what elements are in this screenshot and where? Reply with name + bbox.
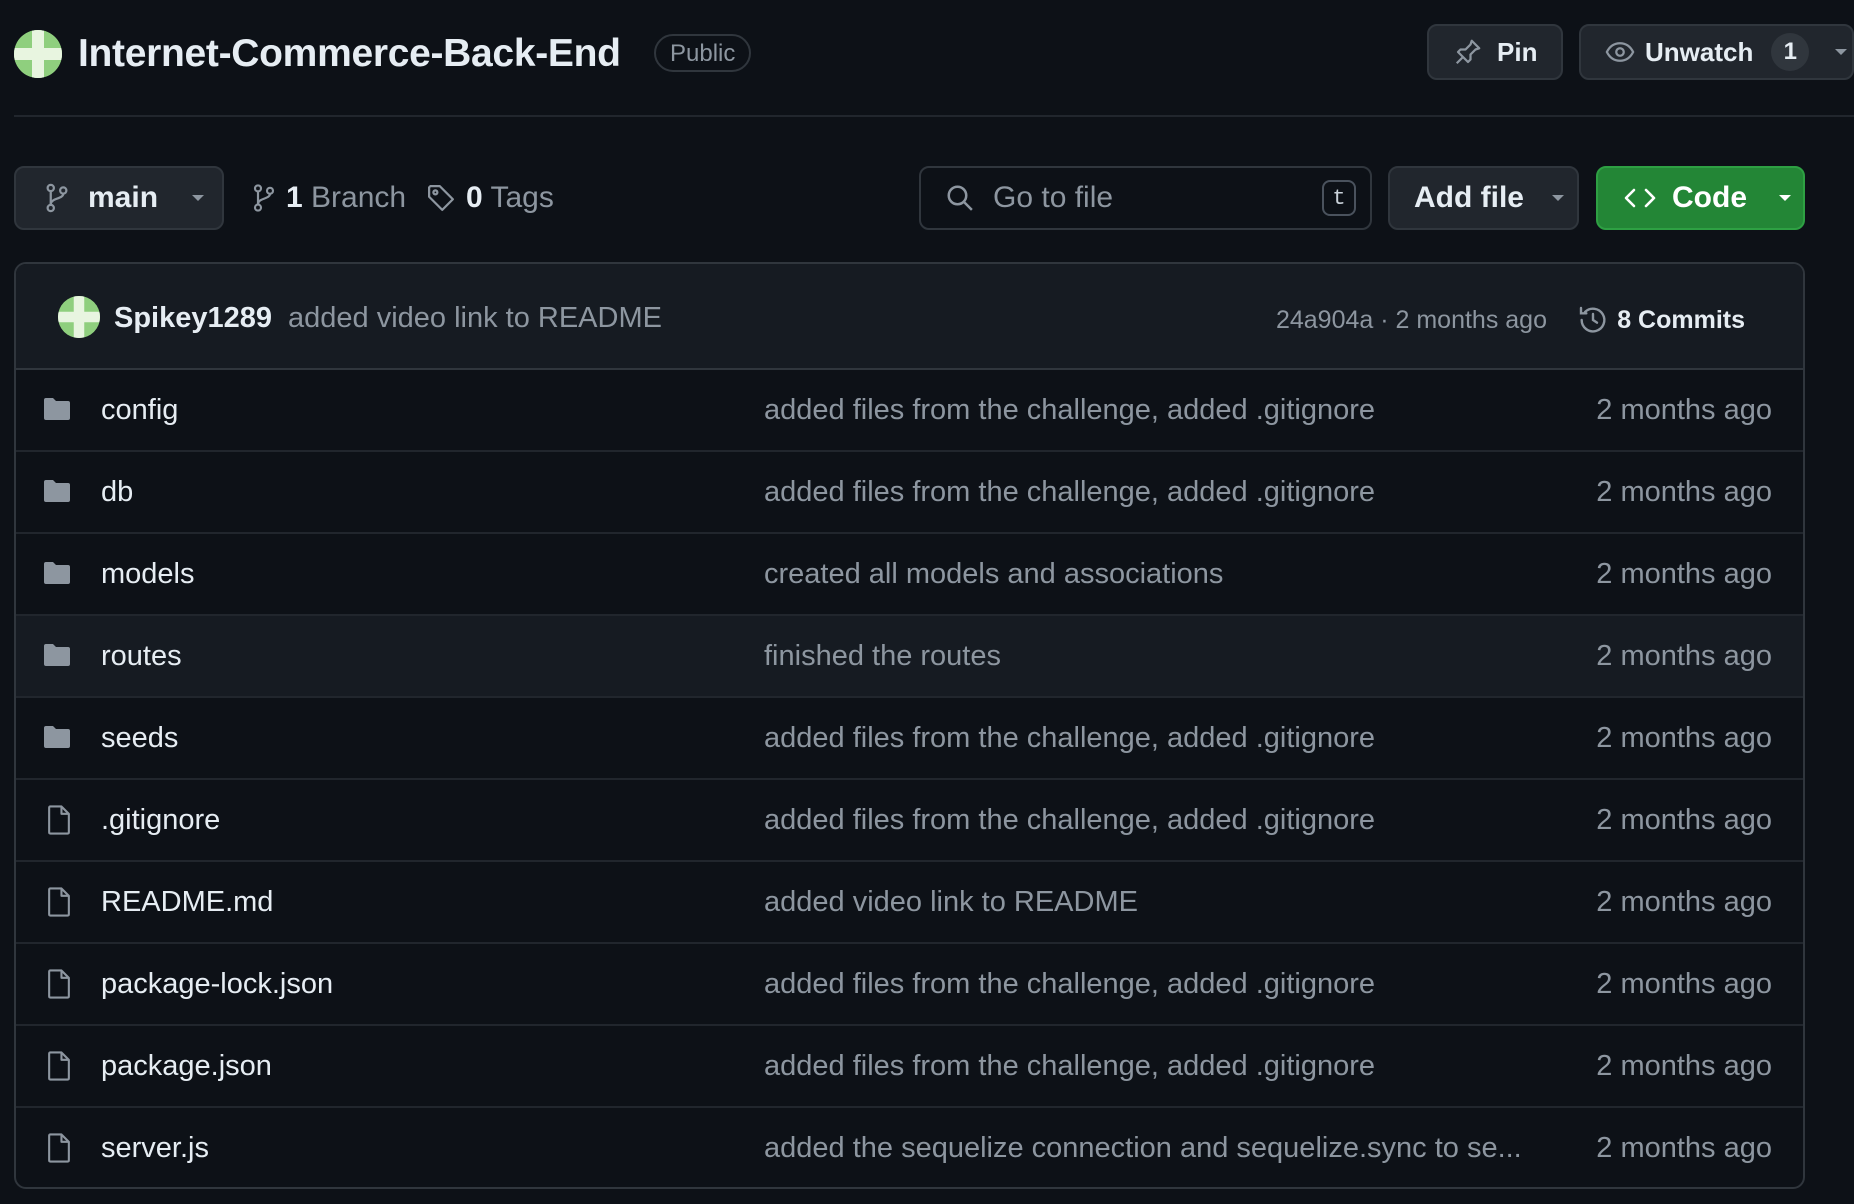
chevron-down-icon — [190, 193, 206, 203]
table-row[interactable]: README.md added video link to README 2 mon… — [16, 862, 1803, 944]
commit-hash-time[interactable]: 24a904a · 2 months ago — [1276, 300, 1547, 340]
commit-date: 2 months ago — [1596, 886, 1772, 918]
commit-date: 2 months ago — [1596, 804, 1772, 836]
table-row[interactable]: .gitignore added files from the challenge… — [16, 780, 1803, 862]
commit-date: 2 months ago — [1596, 968, 1772, 1000]
table-row[interactable]: package.json added files from the challen… — [16, 1026, 1803, 1108]
folder-icon — [42, 560, 72, 586]
search-icon — [945, 183, 975, 213]
file-name-link[interactable]: .gitignore — [101, 800, 220, 840]
commits-history-link[interactable]: 8 Commits — [1577, 300, 1745, 340]
table-row[interactable]: server.js added the sequelize connection … — [16, 1108, 1803, 1187]
git-branch-icon — [252, 183, 276, 213]
commit-message-link[interactable]: added the sequelize connection and seque… — [764, 1128, 1522, 1168]
commit-message[interactable]: added video link to README — [288, 298, 662, 338]
repo-owner-avatar[interactable] — [14, 30, 62, 78]
table-row[interactable]: db added files from the challenge, added … — [16, 452, 1803, 534]
folder-icon — [42, 396, 72, 422]
commit-date: 2 months ago — [1596, 1050, 1772, 1082]
keyboard-shortcut-hint: t — [1322, 180, 1356, 216]
commit-message-link[interactable]: added files from the challenge, added .g… — [764, 964, 1375, 1004]
file-name-link[interactable]: package.json — [101, 1046, 272, 1086]
file-name-link[interactable]: README.md — [101, 882, 273, 922]
tag-icon — [426, 183, 456, 213]
chevron-down-icon — [1550, 193, 1566, 203]
search-placeholder: Go to file — [993, 181, 1114, 214]
pin-label: Pin — [1497, 36, 1538, 67]
eye-icon — [1605, 37, 1635, 67]
git-branch-icon — [44, 183, 70, 213]
commits-label: 8 Commits — [1617, 306, 1745, 334]
folder-icon — [42, 478, 72, 504]
unwatch-button[interactable]: Unwatch 1 — [1579, 24, 1854, 80]
unwatch-label: Unwatch — [1645, 36, 1754, 67]
header-divider — [14, 115, 1854, 117]
code-label: Code — [1672, 181, 1747, 214]
repo-title[interactable]: Internet-Commerce-Back-End — [78, 28, 621, 80]
commit-message-link[interactable]: added video link to README — [764, 882, 1138, 922]
branch-word: Branch — [311, 181, 407, 214]
file-icon — [44, 886, 74, 918]
commit-date: 2 months ago — [1596, 640, 1772, 672]
file-icon — [44, 804, 74, 836]
branches-link[interactable]: 1 Branch — [252, 178, 406, 218]
table-row[interactable]: config added files from the challenge, ad… — [16, 370, 1803, 452]
file-icon — [44, 1132, 74, 1164]
commit-message-link[interactable]: created all models and associations — [764, 554, 1223, 594]
visibility-badge: Public — [654, 34, 752, 72]
go-to-file-input[interactable]: Go to file t — [919, 166, 1372, 230]
code-button[interactable]: Code — [1596, 166, 1805, 230]
folder-icon — [42, 642, 72, 668]
commit-message-link[interactable]: added files from the challenge, added .g… — [764, 390, 1375, 430]
tags-link[interactable]: 0 Tags — [426, 178, 554, 218]
commit-date: 2 months ago — [1596, 394, 1772, 426]
branch-name: main — [88, 181, 159, 214]
watch-count: 1 — [1771, 33, 1810, 71]
commit-date: 2 months ago — [1596, 476, 1772, 508]
folder-icon — [42, 724, 72, 750]
chevron-down-icon — [1777, 193, 1793, 203]
file-icon — [44, 968, 74, 1000]
file-name-link[interactable]: package-lock.json — [101, 964, 333, 1004]
file-name-link[interactable]: models — [101, 554, 195, 594]
table-row[interactable]: models created all models and association… — [16, 534, 1803, 616]
chevron-down-icon[interactable] — [1833, 47, 1849, 57]
file-name-link[interactable]: config — [101, 390, 178, 430]
commit-message-link[interactable]: finished the routes — [764, 636, 1001, 676]
pin-button[interactable]: Pin — [1427, 24, 1563, 80]
pin-icon — [1453, 37, 1483, 67]
commit-message-link[interactable]: added files from the challenge, added .g… — [764, 1046, 1375, 1086]
file-browser: Spikey1289 added video link to README 24… — [14, 262, 1805, 1189]
file-icon — [44, 1050, 74, 1082]
add-file-label: Add file — [1414, 181, 1524, 214]
commit-author[interactable]: Spikey1289 — [114, 298, 272, 338]
latest-commit-bar: Spikey1289 added video link to README 24… — [16, 264, 1803, 370]
branch-selector[interactable]: main — [14, 166, 224, 230]
add-file-button[interactable]: Add file — [1388, 166, 1579, 230]
file-name-link[interactable]: routes — [101, 636, 182, 676]
code-icon — [1624, 186, 1656, 210]
file-list: config added files from the challenge, ad… — [16, 370, 1803, 1187]
commit-date: 2 months ago — [1596, 558, 1772, 590]
commit-date: 2 months ago — [1596, 722, 1772, 754]
table-row[interactable]: routes finished the routes 2 months ago — [16, 616, 1803, 698]
commit-author-avatar[interactable] — [58, 296, 100, 338]
commit-date: 2 months ago — [1596, 1132, 1772, 1164]
table-row[interactable]: package-lock.json added files from the ch… — [16, 944, 1803, 1026]
commit-message-link[interactable]: added files from the challenge, added .g… — [764, 800, 1375, 840]
file-name-link[interactable]: db — [101, 472, 133, 512]
tag-count: 0 — [466, 181, 483, 214]
file-name-link[interactable]: server.js — [101, 1128, 209, 1168]
history-icon — [1577, 304, 1609, 336]
table-row[interactable]: seeds added files from the challenge, add… — [16, 698, 1803, 780]
tag-word: Tags — [490, 181, 554, 214]
branch-count: 1 — [286, 181, 303, 214]
commit-message-link[interactable]: added files from the challenge, added .g… — [764, 472, 1375, 512]
file-name-link[interactable]: seeds — [101, 718, 178, 758]
commit-message-link[interactable]: added files from the challenge, added .g… — [764, 718, 1375, 758]
